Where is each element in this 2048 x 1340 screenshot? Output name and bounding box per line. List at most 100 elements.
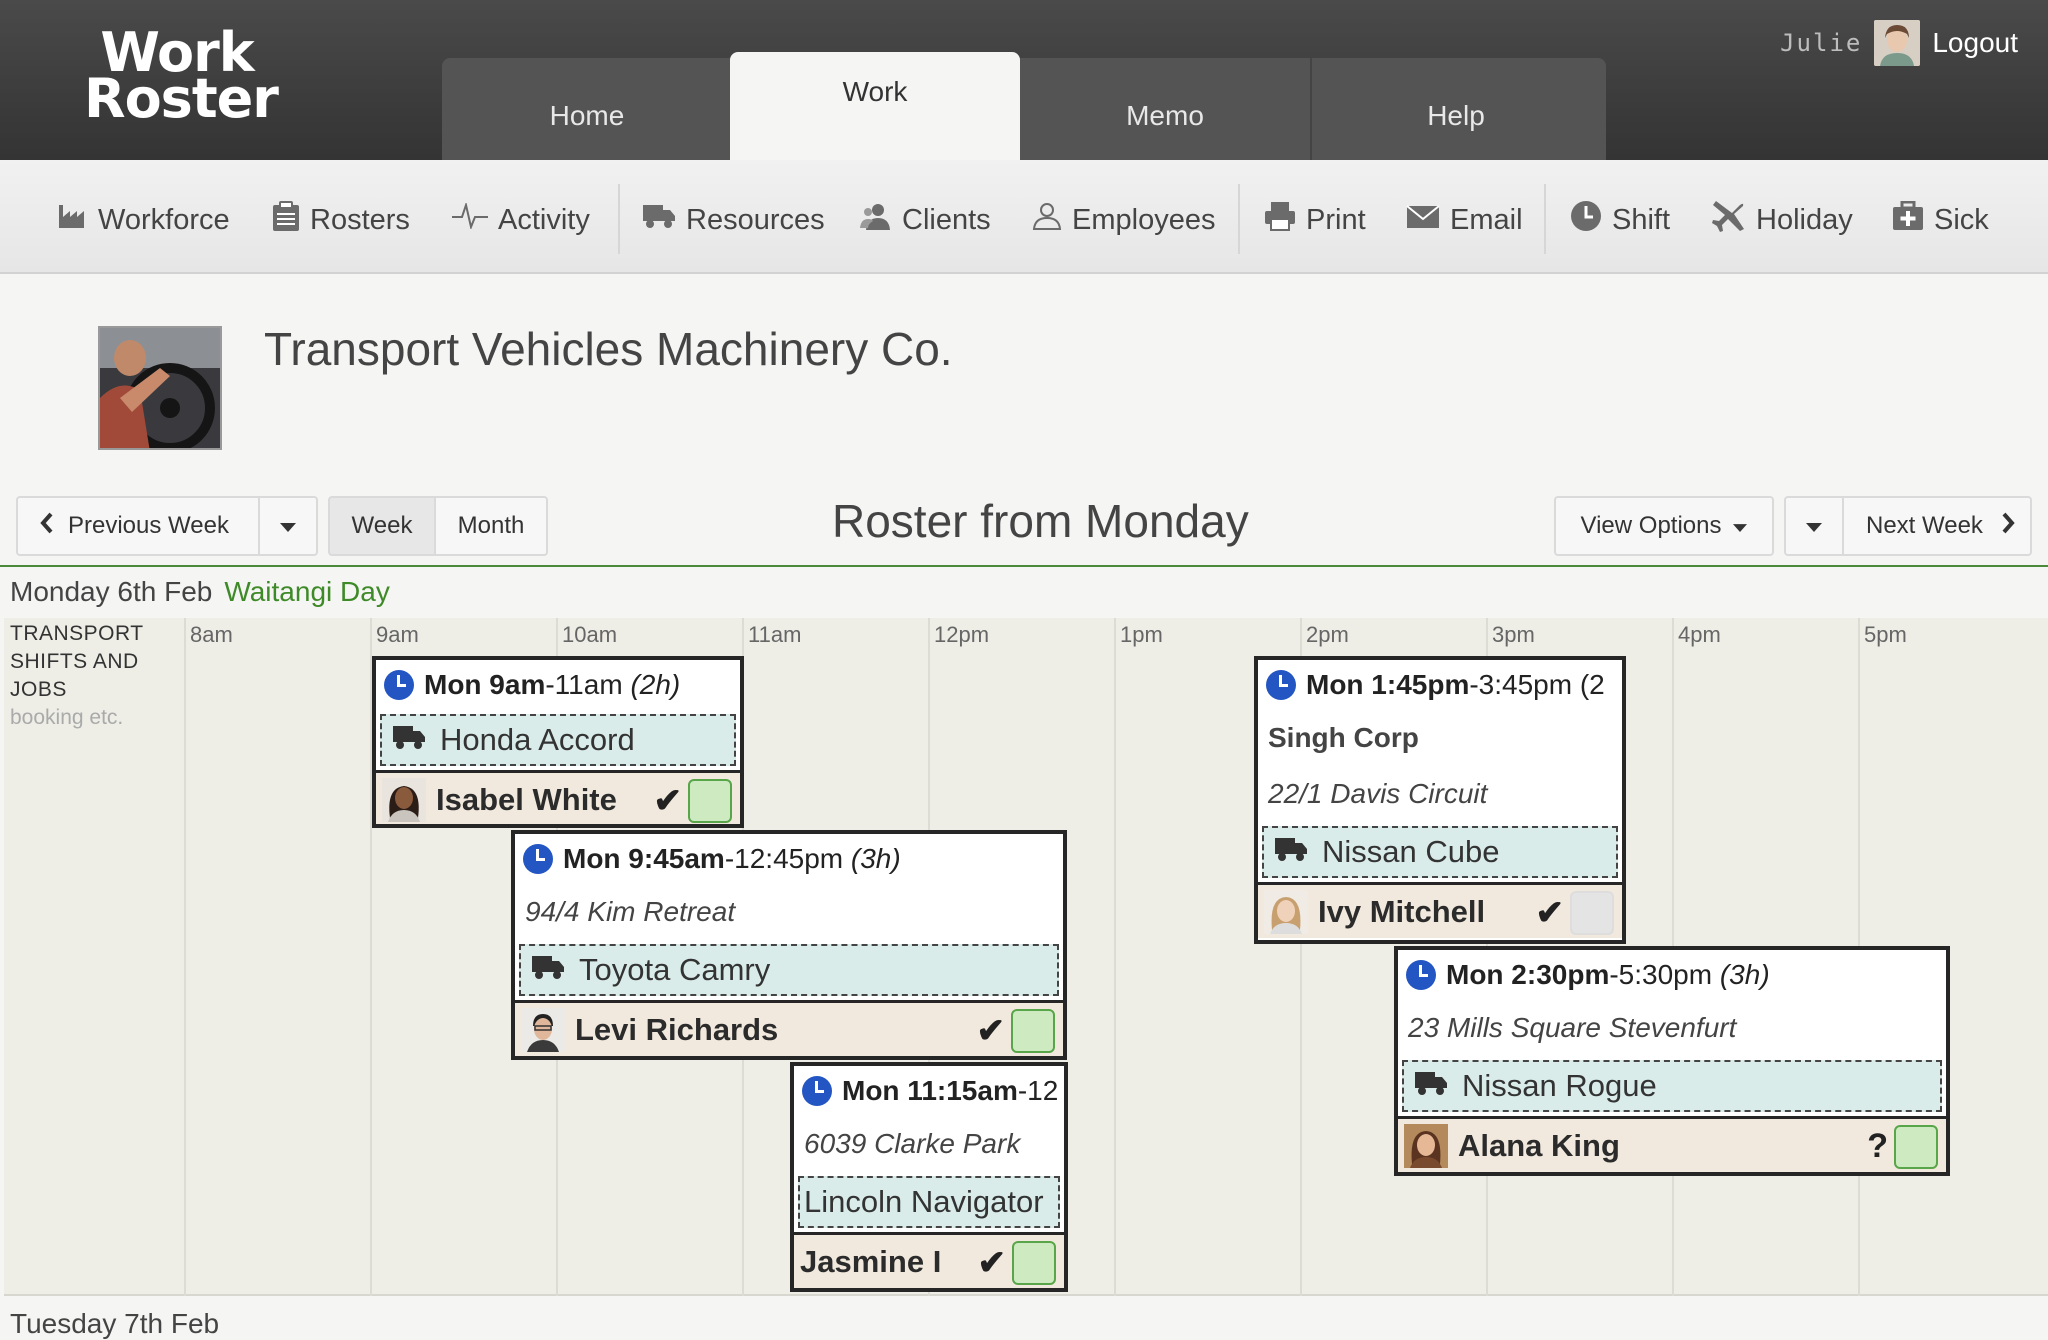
pulse-icon bbox=[452, 201, 488, 237]
job-card[interactable]: Mon 9am -11am (2h) Honda Accord Isabel Wh… bbox=[372, 656, 744, 828]
toolbar-email[interactable]: Email bbox=[1406, 198, 1523, 242]
hour-gridline bbox=[1114, 618, 1116, 1296]
truck-icon bbox=[392, 722, 440, 758]
job-end: -5:30pm bbox=[1609, 959, 1713, 990]
job-card[interactable]: Mon 2:30pm -5:30pm (3h) 23 Mills Square S… bbox=[1394, 946, 1950, 1176]
roster-divider bbox=[0, 565, 2048, 567]
job-card[interactable]: Mon 1:45pm -3:45pm (2 Singh Corp 22/1 Dav… bbox=[1254, 656, 1626, 944]
job-end: -12 bbox=[1017, 1075, 1059, 1106]
toolbar-resources[interactable]: Resources bbox=[642, 198, 825, 242]
confirm-checkbox[interactable] bbox=[688, 779, 732, 823]
user-box: Julie Logout bbox=[1780, 20, 2018, 66]
job-address: 22/1 Davis Circuit bbox=[1268, 778, 1488, 809]
job-end: -12:45pm bbox=[724, 843, 844, 874]
confirm-checkbox[interactable] bbox=[1011, 1009, 1055, 1053]
clock-icon bbox=[802, 1076, 832, 1106]
toolbar-print[interactable]: Print bbox=[1264, 198, 1366, 242]
user-avatar[interactable] bbox=[1874, 20, 1921, 66]
toolbar-employees[interactable]: Employees bbox=[1032, 198, 1215, 242]
toolbar-clients[interactable]: Clients bbox=[860, 198, 991, 242]
hour-label: 2pm bbox=[1306, 622, 1349, 647]
job-employee[interactable]: Jasmine I ✔ bbox=[794, 1232, 1064, 1288]
previous-week-button[interactable]: Previous Week bbox=[16, 496, 260, 556]
next-week-button[interactable]: Next Week bbox=[1842, 496, 2032, 556]
job-vehicle[interactable]: Toyota Camry bbox=[519, 944, 1059, 996]
previous-week-dropdown[interactable] bbox=[258, 496, 318, 556]
row-label-line: TRANSPORT bbox=[10, 622, 144, 645]
job-duration: (2 bbox=[1579, 669, 1605, 700]
hour-label: 9am bbox=[376, 622, 419, 647]
toolbar-divider bbox=[1238, 184, 1240, 254]
toolbar-holiday[interactable]: Holiday bbox=[1712, 198, 1853, 242]
toolbar-clients-label: Clients bbox=[902, 203, 991, 236]
tab-memo[interactable]: Memo bbox=[1020, 58, 1310, 160]
vehicle-name: Honda Accord bbox=[440, 722, 635, 757]
confirm-checkbox[interactable] bbox=[1570, 891, 1614, 935]
day-holiday: Waitangi Day bbox=[224, 576, 390, 607]
client-photo bbox=[98, 326, 222, 450]
tab-work[interactable]: Work bbox=[730, 52, 1020, 160]
truck-icon bbox=[1414, 1068, 1462, 1104]
truck-icon bbox=[531, 952, 579, 988]
clock-icon bbox=[1406, 960, 1436, 990]
toolbar-rosters[interactable]: Rosters bbox=[272, 198, 410, 242]
confirm-checkbox[interactable] bbox=[1894, 1125, 1938, 1169]
toolbar: Workforce Rosters Activity Resources Cli… bbox=[0, 160, 2048, 274]
job-employee[interactable]: Isabel White ✔ bbox=[376, 770, 740, 824]
toolbar-rosters-label: Rosters bbox=[310, 203, 410, 236]
status-check-icon: ✔ bbox=[976, 1012, 1006, 1050]
employee-name: Levi Richards bbox=[575, 1011, 779, 1047]
tab-home[interactable]: Home bbox=[442, 58, 732, 160]
job-start: Mon 9:45am bbox=[563, 843, 725, 874]
user-name: Julie bbox=[1780, 29, 1863, 57]
job-vehicle[interactable]: Nissan Cube bbox=[1262, 826, 1618, 878]
caret-down-icon bbox=[280, 512, 296, 540]
clock-icon bbox=[1570, 200, 1602, 240]
vehicle-name: Toyota Camry bbox=[579, 952, 771, 987]
job-end: -3:45pm bbox=[1469, 669, 1573, 700]
hour-label: 4pm bbox=[1678, 622, 1721, 647]
toolbar-workforce[interactable]: Workforce bbox=[58, 198, 230, 242]
job-card[interactable]: Mon 9:45am -12:45pm (3h) 94/4 Kim Retreat… bbox=[511, 830, 1067, 1060]
job-employee[interactable]: Levi Richards ✔ bbox=[515, 1000, 1063, 1056]
job-time: Mon 2:30pm -5:30pm (3h) bbox=[1398, 950, 1946, 1000]
view-options-label: View Options bbox=[1580, 512, 1722, 539]
job-time: Mon 9am -11am (2h) bbox=[376, 660, 740, 710]
previous-week-label: Previous Week bbox=[68, 512, 229, 539]
clock-icon bbox=[384, 670, 414, 700]
confirm-checkbox[interactable] bbox=[1012, 1241, 1056, 1285]
next-week-dropdown[interactable] bbox=[1784, 496, 1844, 556]
status-check-icon: ✔ bbox=[977, 1244, 1007, 1282]
job-vehicle[interactable]: Nissan Rogue bbox=[1402, 1060, 1942, 1112]
toolbar-activity[interactable]: Activity bbox=[452, 198, 590, 242]
toolbar-shift[interactable]: Shift bbox=[1570, 198, 1670, 242]
next-week-label: Next Week bbox=[1866, 512, 1983, 539]
truck-icon bbox=[642, 203, 676, 237]
month-view-button[interactable]: Month bbox=[434, 496, 548, 556]
logout-link[interactable]: Logout bbox=[1932, 27, 2018, 59]
job-address: 94/4 Kim Retreat bbox=[525, 896, 736, 927]
toolbar-holiday-label: Holiday bbox=[1756, 203, 1853, 236]
status-question-icon: ? bbox=[1867, 1127, 1888, 1165]
job-employee[interactable]: Ivy Mitchell ✔ bbox=[1258, 882, 1622, 938]
tab-help[interactable]: Help bbox=[1310, 58, 1600, 160]
job-vehicle[interactable]: Honda Accord bbox=[380, 714, 736, 766]
top-header: Work Roster Home Work Memo Help Julie Lo… bbox=[0, 0, 2048, 160]
hour-label: 1pm bbox=[1120, 622, 1163, 647]
hour-label: 3pm bbox=[1492, 622, 1535, 647]
toolbar-workforce-label: Workforce bbox=[98, 203, 230, 236]
job-duration: (3h) bbox=[850, 843, 901, 874]
envelope-icon bbox=[1406, 204, 1440, 237]
job-employee[interactable]: Alana King ? bbox=[1398, 1116, 1946, 1172]
week-view-button[interactable]: Week bbox=[328, 496, 436, 556]
employee-avatar bbox=[521, 1007, 565, 1052]
app-logo[interactable]: Work Roster bbox=[84, 26, 279, 126]
hour-gridline bbox=[184, 618, 186, 1296]
view-options-button[interactable]: View Options bbox=[1554, 496, 1774, 556]
toolbar-sick[interactable]: Sick bbox=[1892, 198, 1989, 242]
job-card[interactable]: Mon 11:15am -12 6039 Clarke Park Lincoln … bbox=[790, 1062, 1068, 1292]
status-check-icon: ✔ bbox=[1535, 894, 1565, 932]
vehicle-name: Lincoln Navigator bbox=[804, 1184, 1044, 1219]
job-start: Mon 11:15am bbox=[842, 1075, 1018, 1106]
job-vehicle[interactable]: Lincoln Navigator bbox=[798, 1176, 1060, 1228]
